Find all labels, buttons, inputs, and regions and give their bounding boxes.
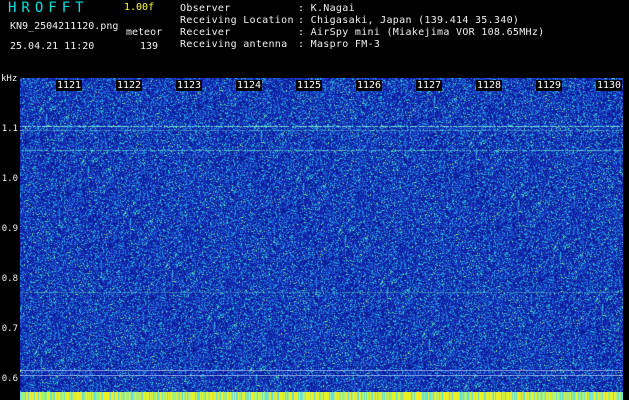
y-tick-label: 0.8: [1, 274, 18, 284]
x-tick-label: 1127: [416, 80, 443, 91]
observer-value: : K.Nagai: [298, 3, 355, 14]
grid-line: [20, 375, 623, 376]
y-tick-label: 0.9: [1, 224, 18, 234]
y-tick-label: 0.6: [1, 374, 18, 384]
spectrogram-noise: [20, 78, 623, 392]
x-tick-label: 1128: [476, 80, 503, 91]
file-name: KN9_2504211120.png: [10, 21, 119, 32]
x-tick-label: 1122: [116, 80, 143, 91]
antenna-key: Receiving antenna: [180, 39, 288, 50]
header-panel: HROFFT 1.00f KN9_2504211120.png meteor 2…: [0, 0, 629, 78]
y-axis-unit: kHz: [1, 74, 18, 84]
grid-line: [20, 370, 623, 371]
datetime-label: 25.04.21 11:20: [10, 41, 95, 52]
x-tick-label: 1130: [596, 80, 623, 91]
y-tick-label: 1.0: [1, 174, 18, 184]
signal-strip: [20, 392, 623, 400]
location-key: Receiving Location: [180, 15, 294, 26]
x-tick-label: 1123: [176, 80, 203, 91]
x-tick-label: 1125: [296, 80, 323, 91]
location-value: : Chigasaki, Japan (139.414 35.340): [298, 15, 520, 26]
antenna-value: : Maspro FM-3: [298, 39, 381, 50]
meteor-label: meteor: [126, 27, 163, 38]
y-tick-label: 0.7: [1, 324, 18, 334]
meteor-count: 139: [140, 41, 159, 52]
x-tick-label: 1124: [236, 80, 263, 91]
observer-key: Observer: [180, 3, 231, 14]
x-tick-label: 1121: [56, 80, 83, 91]
y-tick-label: 1.1: [1, 124, 18, 134]
app-title: HROFFT: [8, 0, 89, 16]
version-label: 1.00f: [124, 2, 155, 13]
x-tick-label: 1129: [536, 80, 563, 91]
receiver-value: : AirSpy mini (Miakejima VOR 108.65MHz): [298, 27, 545, 38]
x-tick-label: 1126: [356, 80, 383, 91]
spectrogram-plot: [20, 78, 623, 392]
receiver-key: Receiver: [180, 27, 231, 38]
